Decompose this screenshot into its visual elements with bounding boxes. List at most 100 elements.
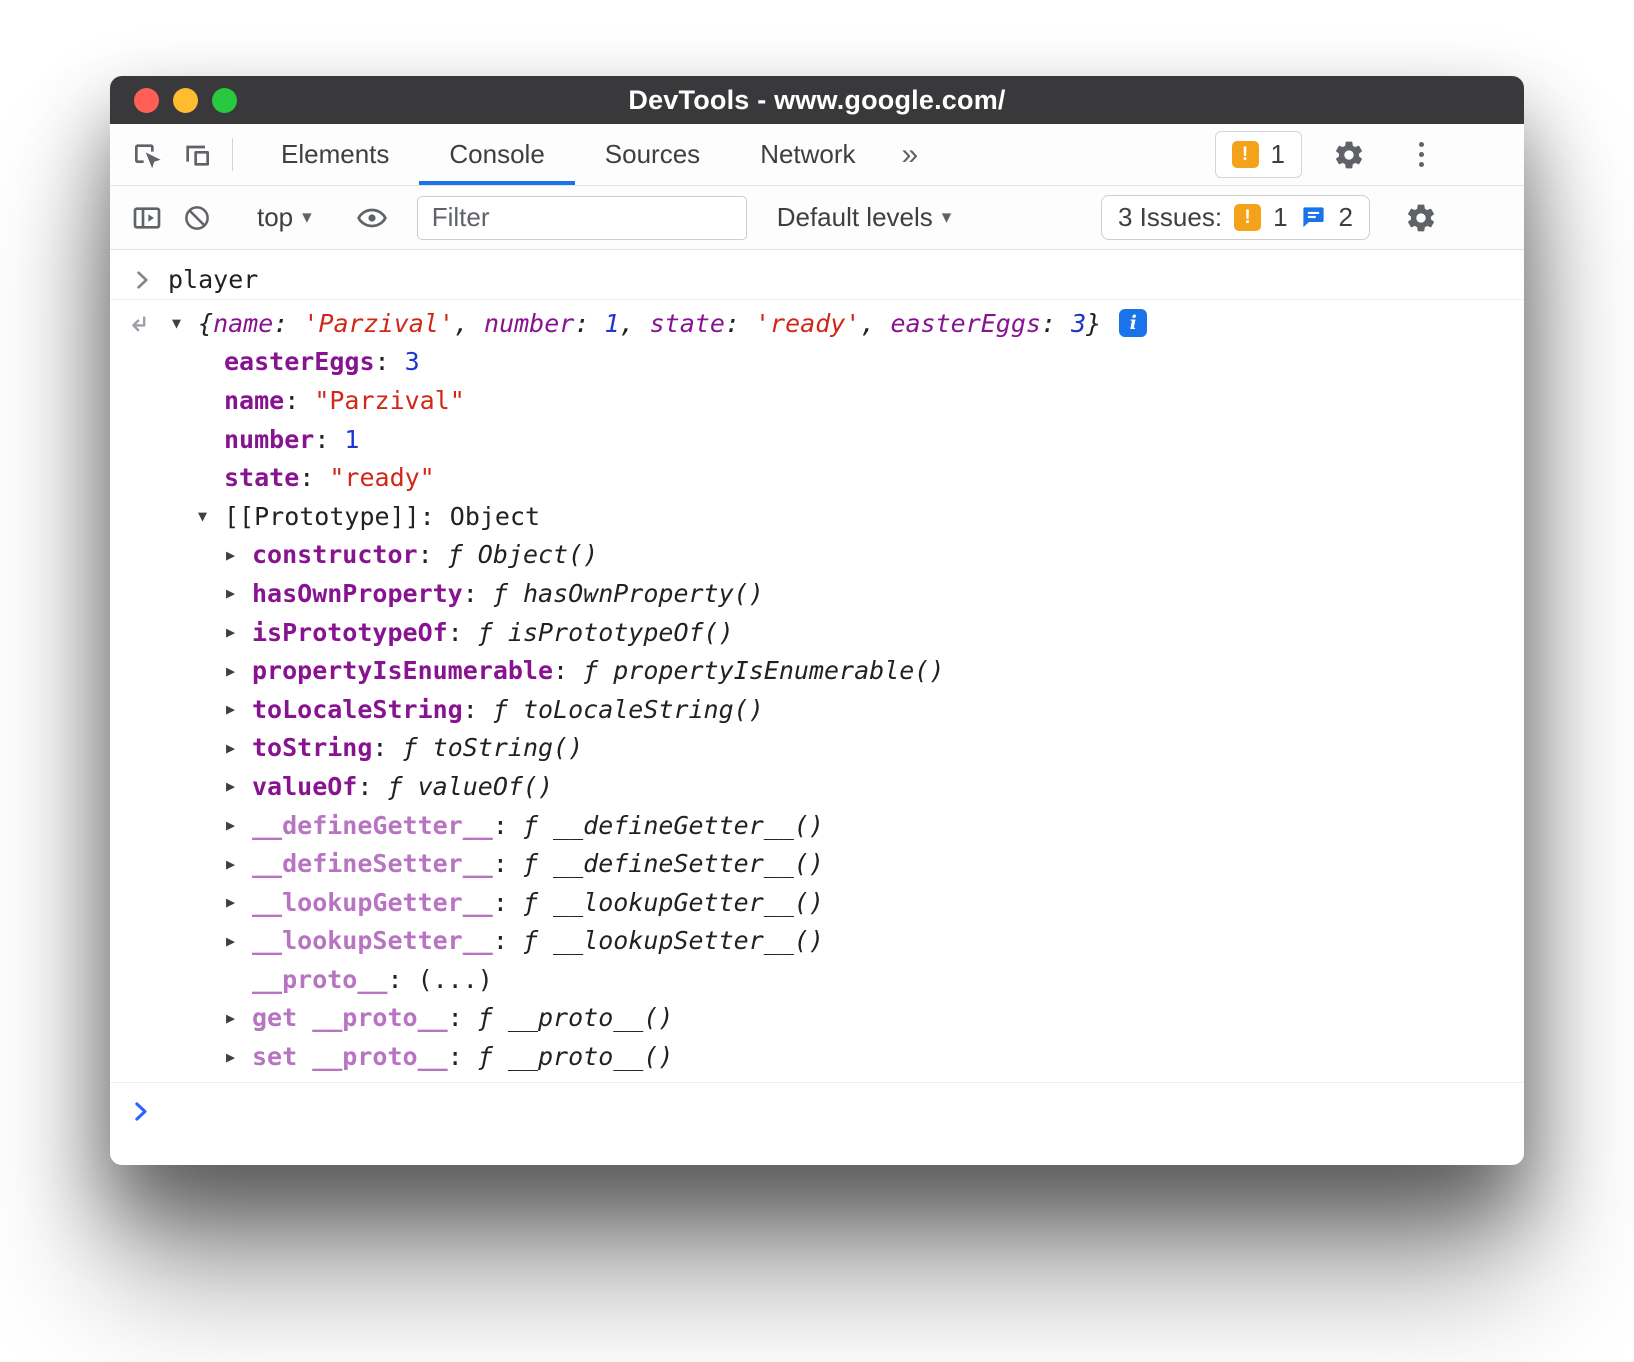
traffic-lights xyxy=(134,76,237,124)
twisty-collapsed-icon[interactable]: ▶ xyxy=(226,1009,252,1027)
twisty-collapsed-icon[interactable]: ▶ xyxy=(226,584,252,602)
twisty-collapsed-icon[interactable]: ▶ xyxy=(226,777,252,795)
token-keydim: __defineSetter__ xyxy=(252,849,493,878)
token-fn: Object() xyxy=(478,540,598,569)
twisty-collapsed-icon[interactable]: ▶ xyxy=(226,623,252,641)
tab-console[interactable]: Console xyxy=(419,124,574,185)
property-row: ▶get __proto__: ƒ __proto__() xyxy=(110,999,1524,1038)
issue-error-count: 1 xyxy=(1273,202,1287,233)
info-icon[interactable]: i xyxy=(1119,309,1147,337)
desktop-background: DevTools - www.google.com/ ElementsConso… xyxy=(0,0,1634,1362)
twisty-collapsed-icon[interactable]: ▶ xyxy=(226,932,252,950)
property-text: easterEggs: 3 xyxy=(224,347,420,376)
create-live-expression-button[interactable] xyxy=(347,202,397,234)
close-window-button[interactable] xyxy=(134,88,159,113)
gear-icon xyxy=(1333,139,1365,171)
property-row: ▶set __proto__: ƒ __proto__() xyxy=(110,1037,1524,1076)
property-row: ▶valueOf: ƒ valueOf() xyxy=(110,767,1524,806)
token-key: state xyxy=(224,463,299,492)
token-plain: , xyxy=(620,309,650,338)
main-toolbar: ElementsConsoleSourcesNetwork » ! 1 xyxy=(110,124,1524,186)
message-bubble-icon xyxy=(1300,204,1327,231)
twisty-expanded-icon[interactable]: ▼ xyxy=(172,314,198,332)
token-plain: : xyxy=(574,309,604,338)
console-sidebar-toggle-button[interactable] xyxy=(122,202,172,234)
property-row: number: 1 xyxy=(110,420,1524,459)
twisty-collapsed-icon[interactable]: ▶ xyxy=(226,893,252,911)
twisty-collapsed-icon[interactable]: ▶ xyxy=(226,662,252,680)
token-key: constructor xyxy=(252,540,418,569)
chevron-down-icon: ▾ xyxy=(942,206,952,229)
tab-network[interactable]: Network xyxy=(730,124,885,185)
chevron-right-icon xyxy=(134,270,152,290)
token-fn: toString() xyxy=(433,733,584,762)
main-menu-button[interactable] xyxy=(1396,142,1446,167)
devtools-window: DevTools - www.google.com/ ElementsConso… xyxy=(110,76,1524,1165)
property-row: ▼[[Prototype]]: Object xyxy=(110,497,1524,536)
issue-message-count: 2 xyxy=(1339,202,1353,233)
token-key: number xyxy=(224,425,314,454)
console-input[interactable] xyxy=(110,1087,1524,1137)
token-fsym: ƒ xyxy=(478,618,508,647)
token-key: propertyIsEnumerable xyxy=(252,656,553,685)
property-text: valueOf: ƒ valueOf() xyxy=(252,772,553,801)
token-fn: propertyIsEnumerable() xyxy=(613,656,944,685)
console-panel[interactable]: player ▼ {name: 'Parzival', number: 1, s… xyxy=(110,250,1524,1164)
token-keydim: __proto__ xyxy=(252,965,387,994)
token-key: state xyxy=(650,309,725,338)
error-count: 1 xyxy=(1271,139,1285,170)
context-selector[interactable]: top ▾ xyxy=(243,202,326,233)
token-plain: , xyxy=(860,309,890,338)
token-fn: __lookupSetter__() xyxy=(553,926,824,955)
sidebar-panel-icon xyxy=(131,202,163,234)
error-count-button[interactable]: ! 1 xyxy=(1215,131,1302,178)
token-fn: __defineSetter__() xyxy=(553,849,824,878)
twisty-expanded-icon[interactable]: ▼ xyxy=(198,507,224,525)
token-plain: : xyxy=(273,309,303,338)
twisty-collapsed-icon[interactable]: ▶ xyxy=(226,816,252,834)
token-plain: : xyxy=(448,1042,478,1071)
token-fsym: ƒ xyxy=(478,1042,508,1071)
twisty-collapsed-icon[interactable]: ▶ xyxy=(226,739,252,757)
clear-console-button[interactable] xyxy=(172,203,222,233)
token-fn: hasOwnProperty() xyxy=(523,579,764,608)
kebab-menu-icon xyxy=(1419,142,1424,167)
twisty-collapsed-icon[interactable]: ▶ xyxy=(226,855,252,873)
twisty-collapsed-icon[interactable]: ▶ xyxy=(226,1048,252,1066)
token-plain: : xyxy=(372,733,402,762)
token-plain: : xyxy=(448,618,478,647)
device-toolbar-button[interactable] xyxy=(172,124,222,185)
console-settings-button[interactable] xyxy=(1396,202,1446,234)
issues-button[interactable]: 3 Issues: ! 1 2 xyxy=(1101,195,1370,240)
titlebar[interactable]: DevTools - www.google.com/ xyxy=(110,76,1524,124)
twisty-collapsed-icon[interactable]: ▶ xyxy=(226,546,252,564)
more-tabs-button[interactable]: » xyxy=(886,124,935,185)
inspect-element-button[interactable] xyxy=(122,124,172,185)
token-plain: Object xyxy=(450,502,540,531)
token-plain: : xyxy=(725,309,755,338)
console-prompt-icon xyxy=(132,1101,151,1122)
zoom-window-button[interactable] xyxy=(212,88,237,113)
tab-sources[interactable]: Sources xyxy=(575,124,730,185)
device-toolbar-icon xyxy=(181,139,213,171)
token-fsym: ƒ xyxy=(403,733,433,762)
minimize-window-button[interactable] xyxy=(173,88,198,113)
token-key: isPrototypeOf xyxy=(252,618,448,647)
settings-button[interactable] xyxy=(1324,139,1374,171)
tab-elements[interactable]: Elements xyxy=(251,124,419,185)
token-plain: : xyxy=(493,811,523,840)
separator xyxy=(232,138,233,171)
token-plain: : xyxy=(493,888,523,917)
chevron-down-icon: ▾ xyxy=(302,206,312,229)
twisty-collapsed-icon[interactable]: ▶ xyxy=(226,700,252,718)
toolbar-right-cluster: ! 1 xyxy=(1215,124,1524,185)
log-levels-dropdown[interactable]: Default levels ▾ xyxy=(767,202,962,233)
filter-input[interactable] xyxy=(417,196,747,240)
window-title: DevTools - www.google.com/ xyxy=(628,85,1005,116)
property-row: ▶hasOwnProperty: ƒ hasOwnProperty() xyxy=(110,574,1524,613)
eval-result-arrow-icon xyxy=(128,311,158,335)
token-ellipsis[interactable]: (...) xyxy=(418,965,493,994)
console-command-echo: player xyxy=(110,260,1524,300)
result-preview-text: {name: 'Parzival', number: 1, state: 're… xyxy=(198,309,1101,338)
token-plain: [[Prototype]] xyxy=(224,502,420,531)
